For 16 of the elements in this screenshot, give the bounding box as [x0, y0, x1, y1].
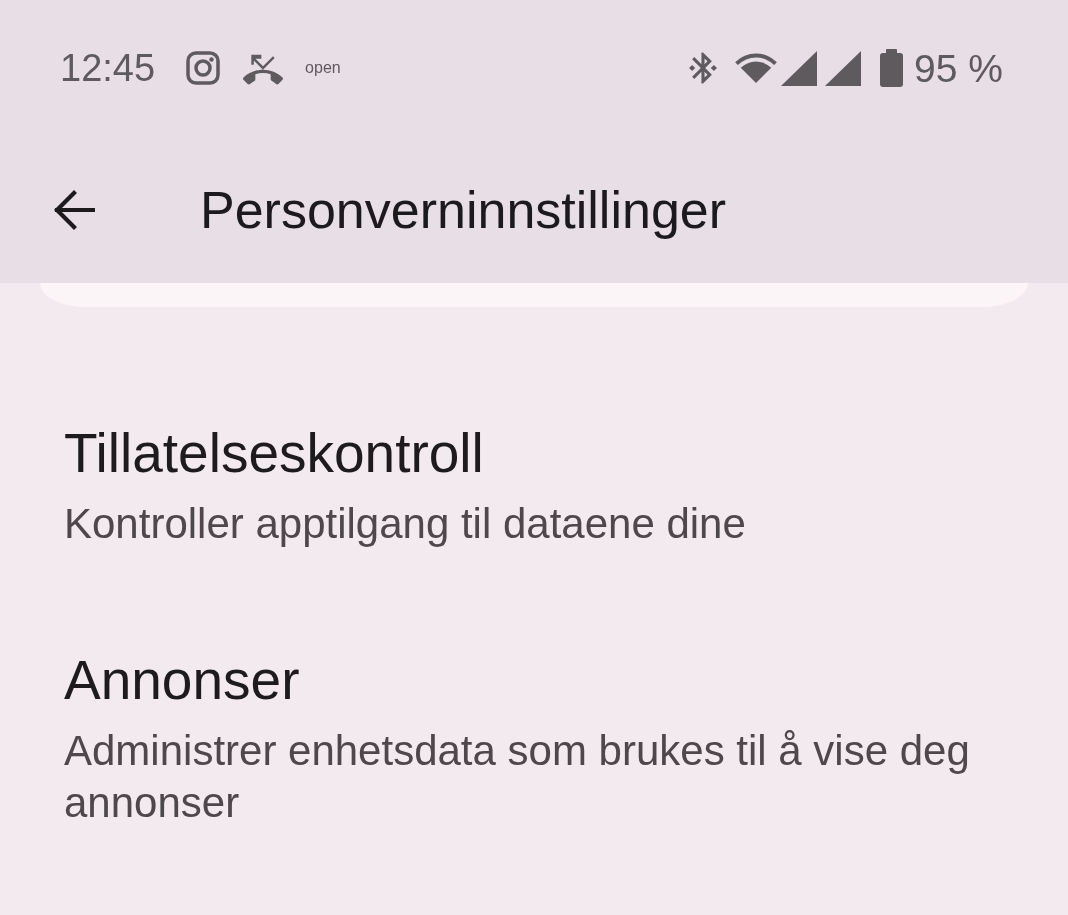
wifi-icon [735, 53, 778, 83]
back-button[interactable] [52, 189, 95, 230]
notification-label: open [305, 60, 341, 76]
page-title: Personverninnstillinger [200, 179, 727, 241]
signal-icon [781, 50, 818, 86]
status-time: 12:45 [60, 49, 156, 87]
camera-app-icon [186, 51, 221, 85]
battery-percentage: 95 % [914, 48, 1003, 88]
setting-title[interactable]: Annonser [64, 648, 300, 712]
bluetooth-icon [689, 50, 718, 86]
setting-summary: Administrer enhetsdata som brukes til å vise deg annonser [64, 726, 971, 828]
setting-title[interactable]: Tillatelseskontroll [64, 421, 484, 485]
battery-icon [880, 49, 904, 87]
back-arrow-icon [52, 189, 95, 230]
signal-icon [825, 50, 862, 86]
setting-summary: Kontroller apptilgang til dataene dine [64, 499, 747, 549]
